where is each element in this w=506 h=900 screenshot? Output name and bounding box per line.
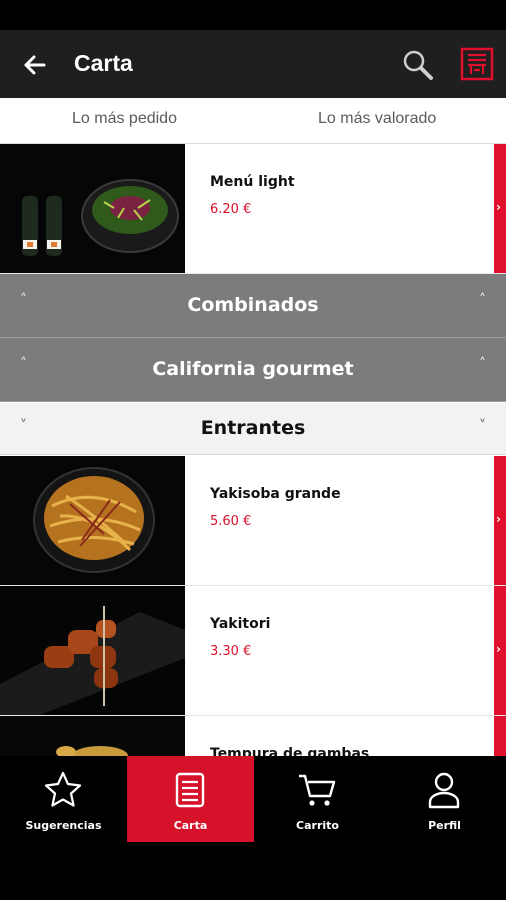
chevron-up-icon: ˄ — [479, 292, 486, 308]
category-entrantes[interactable]: ˅ Entrantes ˅ — [0, 403, 506, 455]
tab-most-ordered[interactable]: Lo más pedido — [72, 110, 177, 128]
chevron-down-icon: ˅ — [479, 418, 486, 434]
user-icon — [428, 772, 460, 809]
category-label: Combinados — [187, 294, 319, 316]
nav-label: Carrito — [296, 819, 339, 832]
product-name: Tempura de gambas — [210, 746, 370, 756]
category-label: California gourmet — [152, 358, 354, 380]
product-image — [0, 586, 185, 715]
product-price: 3.30 € — [210, 644, 252, 659]
chevron-right-icon: › — [496, 642, 501, 656]
chevron-right-icon: › — [496, 200, 501, 214]
bottom-nav: Sugerencias Carta Carrito Perfil — [0, 756, 506, 900]
arrow-left-icon[interactable] — [18, 48, 52, 82]
product-arrow[interactable] — [494, 716, 506, 756]
product-image — [0, 144, 185, 273]
star-icon — [44, 771, 82, 807]
nav-sugerencias[interactable]: Sugerencias — [0, 756, 127, 842]
product-price: 6.20 € — [210, 202, 252, 217]
nav-perfil[interactable]: Perfil — [381, 756, 506, 842]
nav-carrito[interactable]: Carrito — [254, 756, 381, 842]
status-bar — [0, 0, 506, 30]
page-title: Carta — [74, 50, 133, 76]
nav-carta[interactable]: Carta — [127, 756, 254, 842]
nav-label: Sugerencias — [25, 819, 102, 832]
sort-tabs: Lo más pedido Lo más valorado — [0, 98, 506, 144]
search-icon[interactable] — [400, 47, 436, 83]
menu-list: Menú light 6.20 € › ˄ Combinados ˄ ˄ Cal… — [0, 144, 506, 756]
product-arrow[interactable]: › — [494, 144, 506, 273]
menu-list-icon — [175, 772, 205, 808]
cart-icon — [299, 774, 336, 806]
product-image — [0, 456, 185, 585]
product-row[interactable]: Yakitori 3.30 € › — [0, 586, 506, 716]
product-name: Yakitori — [210, 616, 271, 632]
category-label: Entrantes — [200, 417, 306, 439]
category-combinados[interactable]: ˄ Combinados ˄ — [0, 274, 506, 338]
chevron-right-icon: › — [496, 512, 501, 526]
nav-label: Carta — [173, 819, 208, 832]
product-name: Menú light — [210, 174, 295, 190]
product-price: 5.60 € — [210, 514, 252, 529]
product-row[interactable]: Yakisoba grande 5.60 € › — [0, 456, 506, 586]
restaurant-logo-icon[interactable] — [460, 47, 494, 81]
app-bar: Carta — [0, 30, 506, 98]
product-arrow[interactable]: › — [494, 586, 506, 715]
product-image — [0, 716, 185, 756]
chevron-up-icon: ˄ — [479, 356, 486, 372]
product-name: Yakisoba grande — [210, 486, 341, 502]
product-row[interactable]: Tempura de gambas — [0, 716, 506, 756]
nav-label: Perfil — [428, 819, 461, 832]
category-california-gourmet[interactable]: ˄ California gourmet ˄ — [0, 338, 506, 402]
tab-top-rated[interactable]: Lo más valorado — [318, 110, 436, 128]
product-arrow[interactable]: › — [494, 456, 506, 585]
product-row[interactable]: Menú light 6.20 € › — [0, 144, 506, 274]
